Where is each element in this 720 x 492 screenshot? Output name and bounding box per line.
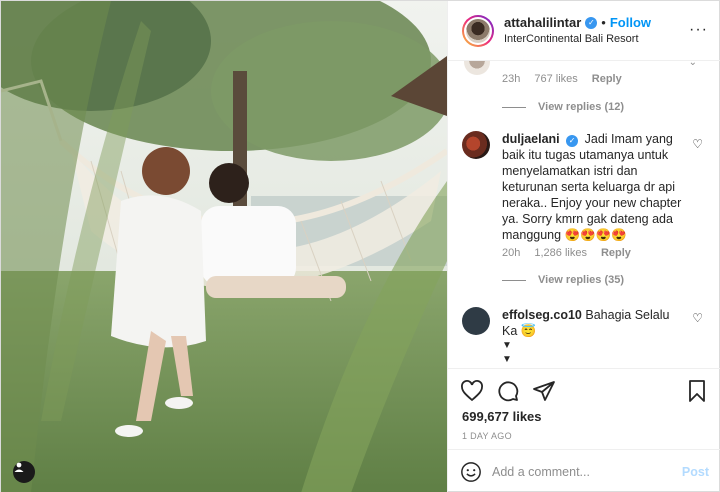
likes-count[interactable]: 699,677 likes [462, 409, 542, 424]
separator-dot: • [601, 14, 606, 30]
post-actions: 699,677 likes 1 DAY AGO Post [448, 368, 720, 492]
heart-icon[interactable]: ♡ [692, 137, 703, 151]
comment-time: 20h [502, 247, 521, 259]
post-sidebar: attahalilintar ✓ • Follow InterContinent… [447, 1, 720, 492]
user-tag-icon [14, 462, 24, 472]
heart-icon [461, 380, 483, 402]
chevron-down-icon: ⌄ [688, 61, 697, 68]
share-icon [533, 381, 555, 401]
avatar[interactable] [462, 307, 490, 335]
comment-text: Jadi Imam yang baik itu tugas utamanya u… [502, 132, 682, 242]
verified-badge-icon: ✓ [566, 135, 579, 147]
post-location[interactable]: InterContinental Bali Resort [504, 31, 651, 47]
comment-time: 23h [502, 73, 521, 85]
comment-item: duljaelani ✓ Jadi Imam yang baik itu tug… [462, 131, 702, 243]
user-tag-button[interactable] [13, 461, 35, 483]
comment-button[interactable] [496, 379, 520, 403]
author-avatar[interactable] [462, 14, 494, 47]
comment-username[interactable]: duljaelani [502, 132, 560, 146]
follow-button[interactable]: Follow [610, 15, 651, 31]
comment-likes[interactable]: 1,286 likes [534, 247, 587, 259]
more-options-icon[interactable]: ··· [689, 21, 708, 39]
instagram-post-modal: attahalilintar ✓ • Follow InterContinent… [0, 0, 720, 492]
heart-icon[interactable]: ♡ [692, 311, 703, 325]
reply-button[interactable]: Reply [592, 73, 622, 85]
comment-meta: 23h 767 likes Reply [502, 73, 622, 85]
comment-input[interactable] [492, 464, 672, 479]
post-comment-button[interactable]: Post [682, 465, 709, 479]
avatar[interactable] [464, 61, 490, 75]
share-button[interactable] [532, 379, 556, 403]
avatar[interactable] [462, 131, 490, 159]
comment-arrow: ▼ [502, 354, 512, 365]
reply-button[interactable]: Reply [601, 247, 631, 259]
comments-list[interactable]: ⌄ 23h 767 likes Reply View replies (12) … [448, 61, 720, 368]
post-header: attahalilintar ✓ • Follow InterContinent… [448, 1, 720, 61]
author-username[interactable]: attahalilintar [504, 15, 581, 31]
verified-badge-icon: ✓ [585, 16, 598, 29]
comment-item: effolseg.co10 Bahagia Selalu Ka 😇 ▼ ▼ [462, 307, 702, 367]
add-comment-bar: Post [448, 449, 720, 492]
save-button[interactable] [685, 379, 709, 403]
bookmark-icon [689, 380, 705, 402]
like-button[interactable] [460, 379, 484, 403]
comment-likes[interactable]: 767 likes [534, 73, 577, 85]
emoji-icon[interactable] [460, 461, 482, 483]
post-timestamp: 1 DAY AGO [462, 431, 512, 441]
view-replies-button[interactable]: View replies (35) [502, 274, 624, 286]
comment-arrow: ▼ [502, 340, 512, 351]
comment-meta: 20h 1,286 likes Reply [502, 247, 631, 259]
comment-username[interactable]: effolseg.co10 [502, 308, 582, 322]
comment-icon [498, 381, 519, 402]
post-photo[interactable] [1, 1, 447, 492]
view-replies-button[interactable]: View replies (12) [502, 101, 624, 113]
photo-illustration [1, 1, 447, 492]
